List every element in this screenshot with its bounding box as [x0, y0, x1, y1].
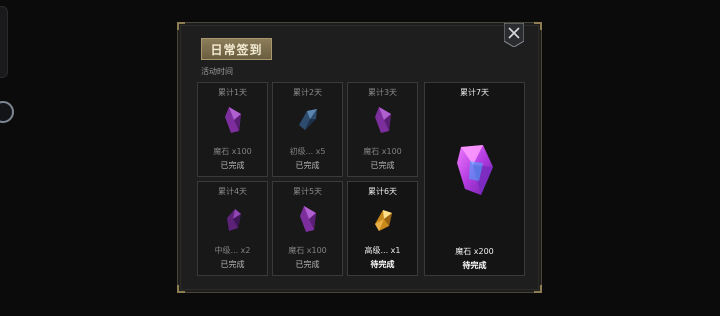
purple-crystal-icon [224, 107, 241, 133]
reward-label: 魔石 x100 [363, 147, 402, 156]
status-label: 待完成 [462, 261, 487, 270]
day-card-6[interactable]: 累计6天 高级... x1 待完成 [347, 181, 418, 276]
reward-label: 高级... x1 [364, 246, 401, 255]
reward-label: 魔石 x200 [455, 247, 494, 256]
reward-label: 魔石 x100 [288, 246, 327, 255]
day-label: 累计3天 [367, 88, 398, 97]
status-label: 已完成 [220, 161, 245, 170]
large-purple-crystal-icon [456, 145, 493, 195]
day-label: 累计7天 [459, 88, 490, 97]
day-card-5[interactable]: 累计5天 魔石 x100 已完成 [272, 181, 343, 276]
day-label: 累计2天 [292, 88, 323, 97]
day-card-7[interactable]: 累计7天 魔石 x200 待完成 [424, 82, 525, 276]
side-round-button[interactable] [0, 101, 14, 123]
reward-label: 中级... x2 [214, 246, 251, 255]
status-label: 已完成 [295, 260, 320, 269]
panel-title: 日常签到 [201, 38, 272, 60]
day-label: 累计4天 [217, 187, 248, 196]
day-card-1[interactable]: 累计1天 魔石 x100 已完成 [197, 82, 268, 177]
day-label: 累计1天 [217, 88, 248, 97]
corner-ornament [177, 285, 185, 293]
corner-ornament [177, 22, 185, 30]
daily-signin-panel: 日常签到 活动时间 累计1天 魔石 x100 已完成 累计2天 初级... x5… [177, 22, 542, 293]
side-tab[interactable] [0, 6, 8, 78]
day-label: 累计5天 [292, 187, 323, 196]
day-card-2[interactable]: 累计2天 初级... x5 已完成 [272, 82, 343, 177]
purple-crystal-icon [299, 206, 316, 232]
close-button[interactable] [504, 23, 524, 47]
status-label: 待完成 [370, 260, 395, 269]
dark-purple-crystal-icon [226, 209, 241, 231]
purple-crystal-icon [374, 107, 391, 133]
reward-label: 魔石 x100 [213, 147, 252, 156]
day-card-3[interactable]: 累计3天 魔石 x100 已完成 [347, 82, 418, 177]
status-label: 已完成 [220, 260, 245, 269]
status-label: 已完成 [295, 161, 320, 170]
close-icon [504, 23, 524, 47]
corner-ornament [534, 285, 542, 293]
blue-crystal-icon [298, 109, 317, 130]
event-time-label: 活动时间 [201, 67, 233, 76]
corner-ornament [534, 22, 542, 30]
day-label: 累计6天 [367, 187, 398, 196]
day-card-4[interactable]: 累计4天 中级... x2 已完成 [197, 181, 268, 276]
reward-label: 初级... x5 [289, 147, 326, 156]
gold-crystal-icon [374, 210, 392, 231]
status-label: 已完成 [370, 161, 395, 170]
